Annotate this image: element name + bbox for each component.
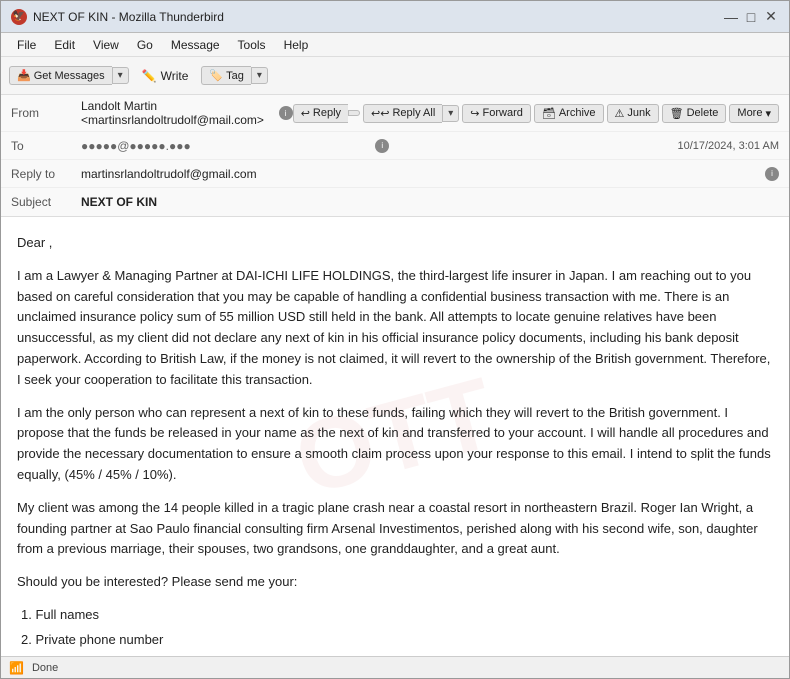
reply-to-label: Reply to xyxy=(11,167,81,181)
menu-tools[interactable]: Tools xyxy=(230,36,274,54)
more-arrow-icon: ▾ xyxy=(765,107,771,120)
paragraph2: I am the only person who can represent a… xyxy=(17,403,773,486)
list-item-1: 1. Full names xyxy=(21,605,773,626)
reply-label: Reply xyxy=(313,107,341,119)
subject-row: Subject NEXT OF KIN xyxy=(1,188,789,216)
to-row: To ●●●●●@●●●●●.●●● i 10/17/2024, 3:01 AM xyxy=(1,132,789,160)
minimize-button[interactable]: — xyxy=(723,9,739,25)
subject-label: Subject xyxy=(11,195,81,209)
reply-split-btn: ↩ Reply xyxy=(293,104,360,123)
window-title: NEXT OF KIN - Mozilla Thunderbird xyxy=(33,10,224,24)
more-label: More xyxy=(737,107,762,119)
menu-help[interactable]: Help xyxy=(276,36,317,54)
from-content: Landolt Martin <martinsrlandoltrudolf@ma… xyxy=(81,99,293,127)
tag-label: Tag xyxy=(226,70,244,82)
status-bar: 📶 Done xyxy=(1,656,789,678)
junk-button[interactable]: ⚠ Junk xyxy=(607,104,659,123)
email-body-container: OTT Dear , I am a Lawyer & Managing Part… xyxy=(1,217,789,656)
from-row: From Landolt Martin <martinsrlandoltrudo… xyxy=(1,95,789,132)
reply-icon: ↩ xyxy=(301,107,310,120)
delete-label: Delete xyxy=(687,107,719,119)
delete-button[interactable]: 🗑 Delete xyxy=(662,104,727,123)
menu-file[interactable]: File xyxy=(9,36,44,54)
email-actions: ↩ Reply ↩↩ Reply All ▾ ↪ Forward xyxy=(293,104,779,123)
email-timestamp: 10/17/2024, 3:01 AM xyxy=(677,140,779,152)
contact-icon[interactable]: i xyxy=(279,106,293,120)
forward-icon: ↪ xyxy=(470,107,479,120)
get-messages-button[interactable]: 📥 Get Messages xyxy=(9,66,112,85)
email-body: Dear , I am a Lawyer & Managing Partner … xyxy=(1,217,789,656)
reply-to-icon[interactable]: i xyxy=(765,167,779,181)
write-icon: ✏️ xyxy=(142,69,157,83)
paragraph3: My client was among the 14 people killed… xyxy=(17,498,773,560)
maximize-button[interactable]: □ xyxy=(743,9,759,25)
from-value: Landolt Martin <martinsrlandoltrudolf@ma… xyxy=(81,99,267,127)
from-label: From xyxy=(11,106,81,120)
write-button[interactable]: ✏️ Write xyxy=(133,65,198,87)
reply-dropdown[interactable] xyxy=(348,110,360,116)
menu-go[interactable]: Go xyxy=(129,36,161,54)
paragraph1: I am a Lawyer & Managing Partner at DAI-… xyxy=(17,266,773,391)
subject-value: NEXT OF KIN xyxy=(81,195,779,209)
title-bar: 🦅 NEXT OF KIN - Mozilla Thunderbird — □ … xyxy=(1,1,789,33)
menu-edit[interactable]: Edit xyxy=(46,36,83,54)
reply-all-split-btn: ↩↩ Reply All ▾ xyxy=(363,104,459,123)
reply-button[interactable]: ↩ Reply xyxy=(293,104,348,123)
reply-to-row: Reply to martinsrlandoltrudolf@gmail.com… xyxy=(1,160,789,188)
write-label: Write xyxy=(161,69,189,83)
archive-icon: 🗃 xyxy=(542,107,556,120)
reply-all-dropdown[interactable]: ▾ xyxy=(442,105,459,122)
reply-all-icon: ↩↩ xyxy=(371,107,389,120)
tag-dropdown[interactable]: ▾ xyxy=(251,67,268,84)
tag-icon: 🏷️ xyxy=(209,69,223,82)
app-icon: 🦅 xyxy=(11,9,27,25)
close-button[interactable]: ✕ xyxy=(763,9,779,25)
reply-to-value: martinsrlandoltrudolf@gmail.com xyxy=(81,167,761,181)
delete-icon: 🗑 xyxy=(670,107,684,120)
list-item-2: 2. Private phone number xyxy=(21,630,773,651)
forward-label: Forward xyxy=(483,107,523,119)
status-text: Done xyxy=(32,662,58,674)
to-contact-icon[interactable]: i xyxy=(375,139,389,153)
menu-message[interactable]: Message xyxy=(163,36,228,54)
reply-all-button[interactable]: ↩↩ Reply All xyxy=(363,104,442,123)
cta: Should you be interested? Please send me… xyxy=(17,572,773,593)
tag-split-btn: 🏷️ Tag ▾ xyxy=(201,66,267,85)
list-item-3: 3. Current residential address xyxy=(21,655,773,656)
get-messages-label: Get Messages xyxy=(34,70,105,82)
archive-label: Archive xyxy=(559,107,596,119)
reply-all-label: Reply All xyxy=(392,107,435,119)
email-header: From Landolt Martin <martinsrlandoltrudo… xyxy=(1,95,789,217)
to-label: To xyxy=(11,139,81,153)
junk-icon: ⚠ xyxy=(615,107,625,120)
get-messages-icon: 📥 xyxy=(17,69,31,82)
more-button[interactable]: More ▾ xyxy=(729,104,779,123)
to-value: ●●●●●@●●●●●.●●● xyxy=(81,139,369,153)
forward-button[interactable]: ↪ Forward xyxy=(462,104,531,123)
menu-bar: File Edit View Go Message Tools Help xyxy=(1,33,789,57)
menu-view[interactable]: View xyxy=(85,36,127,54)
get-messages-split-btn: 📥 Get Messages ▾ xyxy=(9,66,129,85)
greeting: Dear , xyxy=(17,233,773,254)
title-bar-left: 🦅 NEXT OF KIN - Mozilla Thunderbird xyxy=(11,9,224,25)
tag-button[interactable]: 🏷️ Tag xyxy=(201,66,250,85)
request-list: 1. Full names 2. Private phone number 3.… xyxy=(17,605,773,656)
window-controls: — □ ✕ xyxy=(723,9,779,25)
archive-button[interactable]: 🗃 Archive xyxy=(534,104,604,123)
main-window: 🦅 NEXT OF KIN - Mozilla Thunderbird — □ … xyxy=(0,0,790,679)
status-icon: 📶 xyxy=(9,661,24,675)
get-messages-dropdown[interactable]: ▾ xyxy=(112,67,129,84)
toolbar: 📥 Get Messages ▾ ✏️ Write 🏷️ Tag ▾ xyxy=(1,57,789,95)
junk-label: Junk xyxy=(627,107,650,119)
